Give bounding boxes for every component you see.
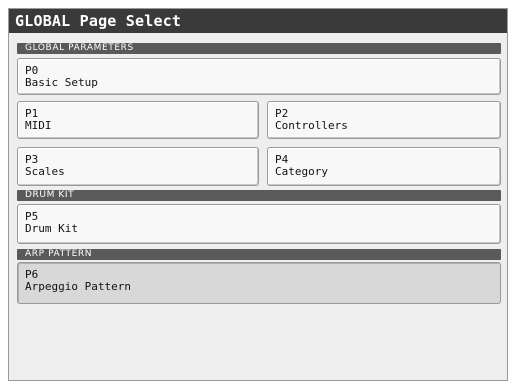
page-button-p0[interactable]: P0 Basic Setup bbox=[17, 58, 501, 95]
screen-title: GLOBAL Page Select bbox=[9, 9, 507, 33]
page-select-screen: GLOBAL Page Select GLOBAL PARAMETERS P0 … bbox=[8, 8, 508, 381]
page-button-p5[interactable]: P5 Drum Kit bbox=[17, 204, 501, 244]
page-button-p2[interactable]: P2 Controllers bbox=[267, 101, 501, 139]
page-name: Arpeggio Pattern bbox=[25, 280, 131, 293]
page-name: Drum Kit bbox=[25, 222, 78, 235]
page-button-p4[interactable]: P4 Category bbox=[267, 147, 501, 186]
page-name: Category bbox=[275, 165, 328, 178]
section-header-drum-kit: DRUM KIT bbox=[17, 190, 501, 201]
page-name: Controllers bbox=[275, 119, 348, 132]
section-header-arp-pattern: ARP PATTERN bbox=[17, 249, 501, 260]
page-name: Basic Setup bbox=[25, 76, 98, 89]
page-code: P5 bbox=[25, 210, 39, 223]
section-header-global-parameters: GLOBAL PARAMETERS bbox=[17, 43, 501, 54]
page-button-p6[interactable]: P6 Arpeggio Pattern bbox=[17, 262, 501, 304]
page-button-p1[interactable]: P1 MIDI bbox=[17, 101, 259, 139]
page-name: MIDI bbox=[25, 119, 52, 132]
page-button-p3[interactable]: P3 Scales bbox=[17, 147, 259, 186]
page-code: P1 bbox=[25, 107, 39, 120]
page-name: Scales bbox=[25, 165, 65, 178]
